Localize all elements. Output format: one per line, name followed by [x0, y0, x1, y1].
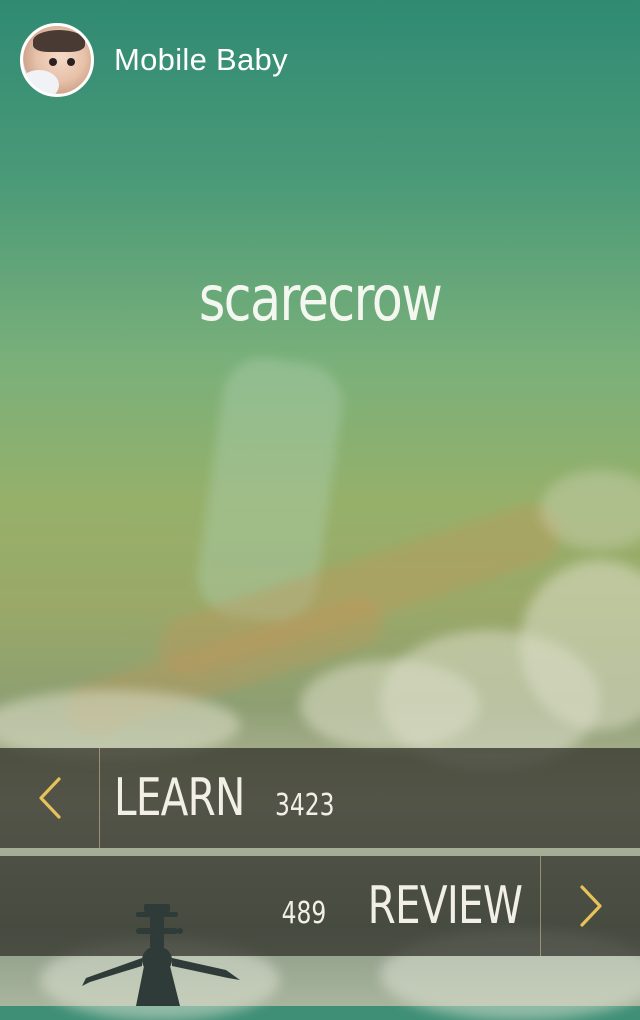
learn-label: LEARN	[114, 768, 245, 828]
app-title: Mobile Baby	[114, 42, 288, 77]
learn-count: 3423	[275, 788, 335, 823]
baby-avatar[interactable]	[20, 23, 94, 97]
chevron-right-icon	[579, 885, 602, 927]
scarecrow-figure	[82, 904, 240, 1006]
learn-label-group: LEARN 3423	[114, 768, 352, 828]
avatar-eye	[67, 58, 75, 66]
review-count: 489	[281, 896, 326, 931]
avatar-eye	[49, 58, 57, 66]
learn-previous-button[interactable]	[0, 748, 100, 848]
chevron-left-icon	[38, 777, 61, 819]
avatar-hair	[33, 30, 85, 52]
header: Mobile Baby	[20, 20, 288, 100]
review-next-button[interactable]	[540, 856, 640, 956]
current-word: scarecrow	[198, 262, 443, 335]
learn-bar[interactable]: LEARN 3423	[0, 748, 640, 848]
avatar-blanket	[23, 70, 59, 94]
review-label: REVIEW	[367, 876, 522, 936]
